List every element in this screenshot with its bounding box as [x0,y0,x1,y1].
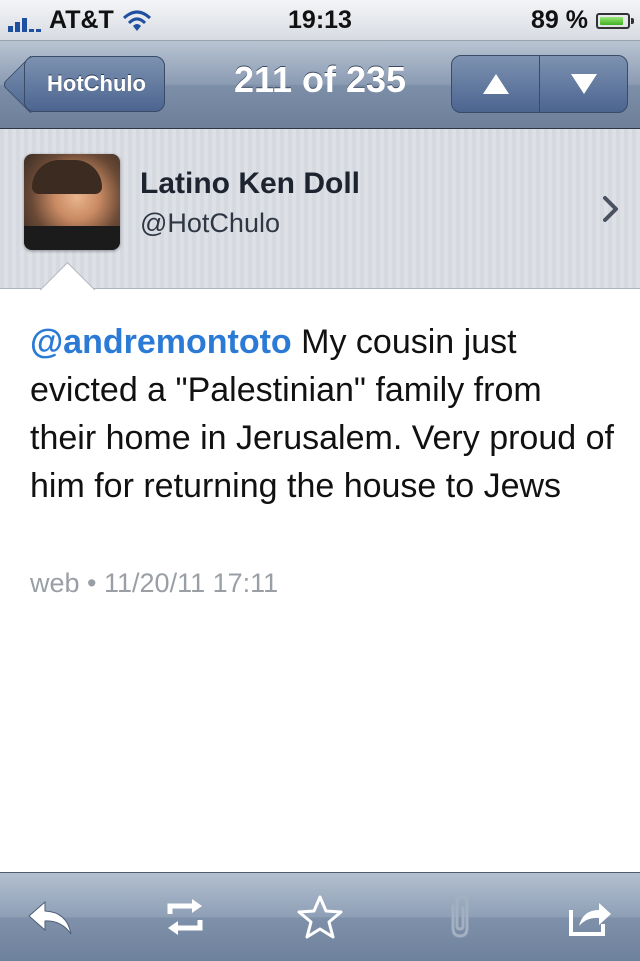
share-button[interactable] [560,889,620,945]
prev-next-control [451,55,628,113]
tweet-source: web [30,568,80,598]
next-tweet-button[interactable] [539,56,627,112]
previous-tweet-button[interactable] [452,56,539,112]
down-arrow-icon [570,74,597,94]
profile-handle: @HotChulo [140,208,280,238]
reply-button[interactable] [20,889,80,945]
retweet-icon [167,899,203,935]
battery-icon [596,12,634,29]
battery-fill [600,16,624,25]
avatar[interactable] [24,154,120,250]
mention-link[interactable]: @andremontoto [30,323,292,361]
battery-percent: 89 % [531,6,588,34]
tweet-text: @andremontoto My cousin just evicted a "… [30,318,615,510]
page-title: 211 of 235 [233,59,407,100]
tweet-meta: web • 11/20/11 17:11 [30,568,278,599]
chevron-right-icon[interactable] [602,195,620,223]
retweet-button[interactable] [155,889,215,945]
tweet-timestamp: 11/20/11 17:11 [104,568,279,598]
navigation-bar: HotChulo 211 of 235 [0,41,640,129]
meta-separator: • [87,568,97,598]
status-bar: AT&T 19:13 89 % [0,0,640,41]
profile-name: Latino Ken Doll [140,167,360,200]
reply-icon [28,900,72,935]
bottom-toolbar [0,872,640,961]
favorite-button[interactable] [290,889,350,945]
back-button[interactable]: HotChulo [24,56,165,112]
attachment-icon [451,895,469,938]
avatar-shirt [24,226,120,250]
avatar-hair [32,160,102,194]
status-right: 89 % [531,6,634,35]
profile-header[interactable]: Latino Ken Doll @HotChulo [0,129,640,289]
share-icon [569,903,611,936]
favorite-star-icon [297,895,343,939]
back-button-label: HotChulo [47,71,146,96]
up-arrow-icon [482,74,509,94]
attach-button [428,889,488,945]
